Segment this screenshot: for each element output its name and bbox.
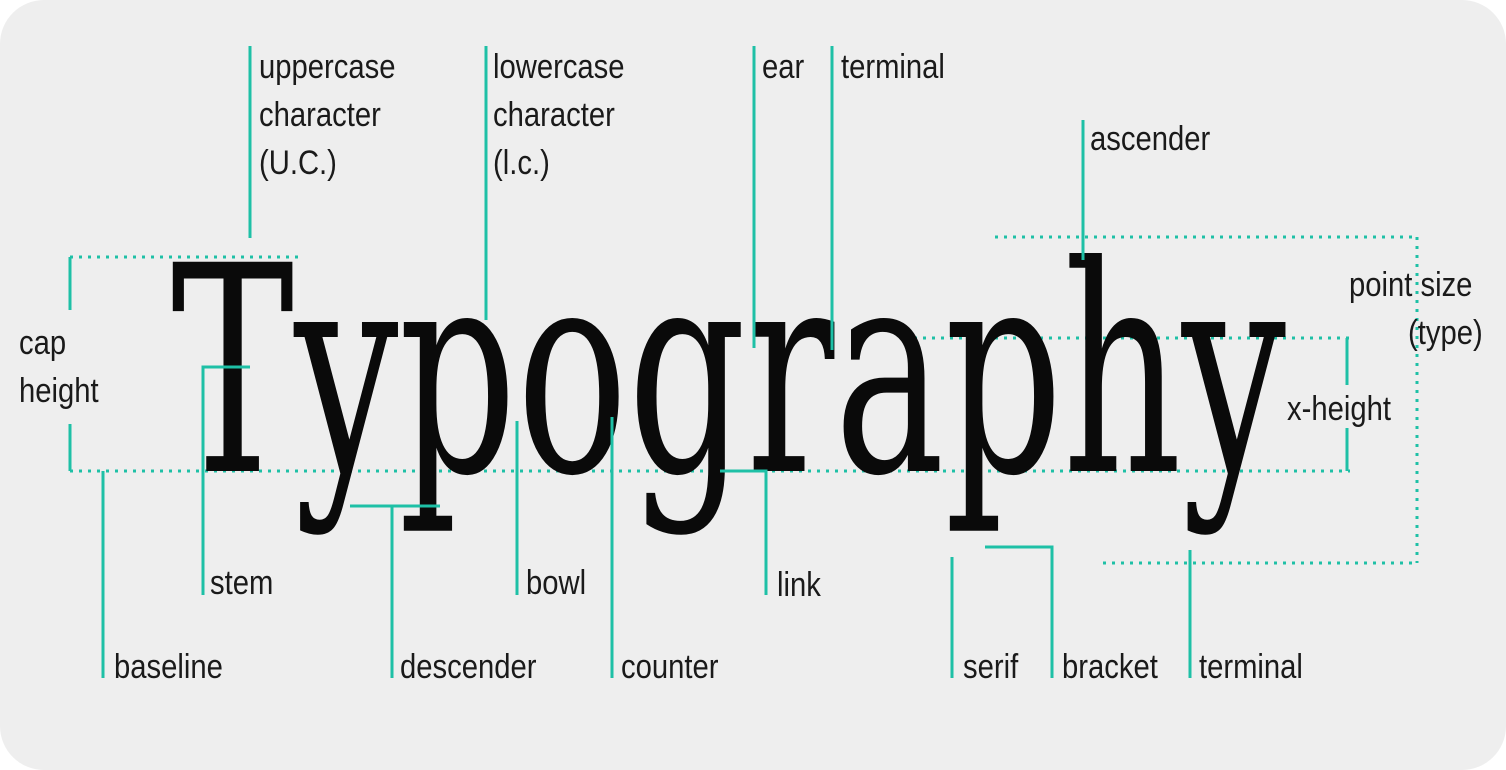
label-x-height: x-height xyxy=(1287,389,1391,428)
label-terminal-bottom: terminal xyxy=(1199,647,1303,686)
label-uppercase-line3: (U.C.) xyxy=(259,143,337,182)
typography-word: Typography xyxy=(171,205,1286,539)
label-bracket: bracket xyxy=(1062,647,1158,686)
typography-anatomy-diagram: Typography uppercase character (U.C.) lo… xyxy=(19,46,1483,686)
label-baseline: baseline xyxy=(114,647,223,686)
label-uppercase-line1: uppercase xyxy=(259,47,395,86)
label-terminal-top: terminal xyxy=(841,47,945,86)
label-cap-height-line1: cap xyxy=(19,323,66,362)
label-link: link xyxy=(777,565,821,604)
label-point-size-line1: point size xyxy=(1349,265,1472,304)
label-ascender: ascender xyxy=(1090,119,1211,158)
label-descender: descender xyxy=(400,647,537,686)
label-lowercase-line2: character xyxy=(493,95,615,134)
label-stem: stem xyxy=(210,563,273,602)
label-lowercase-line1: lowercase xyxy=(493,47,625,86)
label-bowl: bowl xyxy=(526,563,586,602)
label-uppercase-line2: character xyxy=(259,95,381,134)
label-serif: serif xyxy=(963,647,1018,686)
label-ear: ear xyxy=(762,47,805,86)
label-counter: counter xyxy=(621,647,719,686)
label-point-size-line2: (type) xyxy=(1408,313,1483,352)
label-cap-height-line2: height xyxy=(19,371,99,410)
label-lowercase-line3: (l.c.) xyxy=(493,143,550,182)
diagram-card: Typography uppercase character (U.C.) lo… xyxy=(0,0,1506,770)
